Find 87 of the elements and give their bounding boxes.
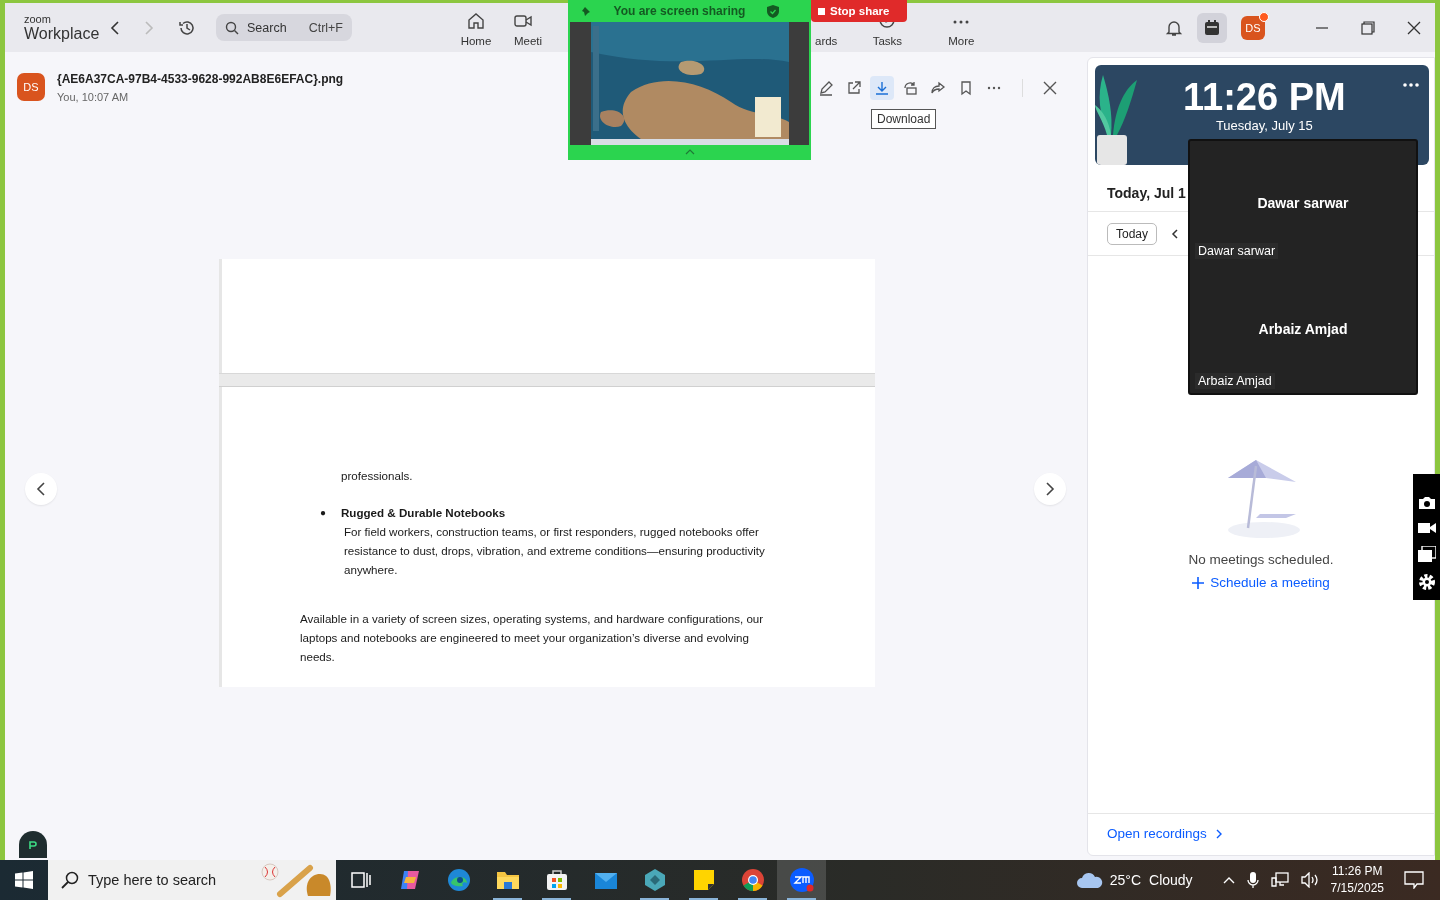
share-arrow-icon xyxy=(930,80,946,96)
home-icon xyxy=(467,12,485,30)
nav-tab[interactable]: ards xyxy=(815,35,838,47)
search-icon xyxy=(60,870,80,890)
video-icon[interactable] xyxy=(1417,520,1436,535)
shopping-bag-icon xyxy=(544,868,569,892)
windows-icon[interactable] xyxy=(1417,545,1436,562)
sticky-note-icon xyxy=(692,869,715,891)
app-logo: zoom Workplace xyxy=(24,13,101,42)
taskbar-time: 11:26 PM xyxy=(1332,863,1383,880)
browser-wave-icon xyxy=(446,868,471,892)
browser-circle-icon xyxy=(740,868,765,892)
document-paragraph: Available in a variety of screen sizes, operating systems, and hardware configurations, our laptops and notebooks are engineered to meet your organization’s diverse and evolving needs. xyxy=(300,611,765,665)
message-meta: You, 10:07 AM xyxy=(57,90,130,103)
notification-bell-icon[interactable] xyxy=(1165,18,1183,37)
back-icon[interactable] xyxy=(110,20,120,35)
previous-day-icon[interactable] xyxy=(1171,228,1180,240)
plus-icon[interactable] xyxy=(1192,576,1205,589)
taskbar-search-field[interactable]: Type here to search xyxy=(48,860,336,900)
temperature-text: 25°C xyxy=(1109,872,1141,888)
microphone-icon[interactable] xyxy=(1246,871,1259,889)
restore-icon[interactable] xyxy=(1361,20,1375,35)
zoom-taskbar-button[interactable] xyxy=(777,860,826,900)
download-icon xyxy=(874,80,890,96)
windows-logo-icon xyxy=(15,871,33,889)
previous-button[interactable] xyxy=(25,473,57,505)
calendar-button[interactable] xyxy=(1197,12,1227,43)
nav-tab[interactable]: More xyxy=(931,20,992,47)
pin-icon[interactable] xyxy=(580,5,592,17)
download-tooltip: Download xyxy=(871,109,937,129)
chevron-right-icon[interactable] xyxy=(1214,828,1223,839)
meeting-app-icon xyxy=(788,867,815,893)
history-icon[interactable] xyxy=(178,18,196,37)
stop-icon xyxy=(818,7,825,15)
notification-icon[interactable] xyxy=(1404,871,1424,889)
weather-text: Cloudy xyxy=(1149,872,1193,888)
chevron-left-icon xyxy=(36,481,46,497)
chevron-right-icon xyxy=(1045,481,1055,497)
download-button[interactable] xyxy=(870,76,894,100)
sharing-status: You are screen sharing xyxy=(612,4,747,18)
sender-avatar: DS xyxy=(17,73,45,101)
participant-name: Dawar sarwar xyxy=(1257,195,1349,211)
pencil-icon xyxy=(818,80,834,96)
settings-icon[interactable] xyxy=(1417,572,1436,591)
calendar-icon xyxy=(1203,18,1221,37)
stop-share-button[interactable]: Stop share xyxy=(811,0,907,22)
document-text: For field workers, construction teams, or first responders, rugged notebooks offer resistance to dust, drops, vibration, and extreme conditions—ensuring productivity anywhere. xyxy=(343,524,766,578)
document-text: professionals. xyxy=(341,468,414,484)
close-icon[interactable] xyxy=(1407,20,1421,35)
participant-label: Dawar sarwar xyxy=(1195,243,1279,259)
more-icon xyxy=(952,20,971,24)
more-icon xyxy=(987,86,1001,90)
participant-name: Arbaiz Amjad xyxy=(1258,321,1348,337)
next-button[interactable] xyxy=(1034,473,1066,505)
baseball-drawing xyxy=(260,862,332,898)
today-button[interactable]: Today xyxy=(1107,223,1158,245)
envelope-icon xyxy=(593,870,618,890)
clock-time: 11:26 PM xyxy=(1183,77,1346,117)
camera-icon[interactable] xyxy=(1417,495,1436,510)
shield-icon xyxy=(767,4,779,18)
document-heading: Rugged & Durable Notebooks xyxy=(341,505,507,521)
task-view-icon xyxy=(349,869,372,891)
close-icon[interactable] xyxy=(1043,81,1057,95)
folder-icon xyxy=(495,869,520,891)
nav-tab[interactable]: Meeti xyxy=(514,12,550,47)
external-link-icon xyxy=(846,80,862,96)
clock-date: Tuesday, July 15 xyxy=(1215,118,1313,133)
empty-message: No meetings scheduled. xyxy=(1188,552,1334,567)
bullet: ● xyxy=(320,506,328,520)
file-name: {AE6A37CA-97B4-4533-9628-992AB8E6EFAC}.png xyxy=(57,71,344,86)
bookmark-icon xyxy=(958,80,974,96)
more-icon[interactable] xyxy=(1403,83,1419,87)
schedule-meeting-link[interactable]: Schedule a meeting xyxy=(1210,575,1330,590)
letter-icon xyxy=(28,839,38,850)
video-camera-icon xyxy=(514,12,532,30)
rotate-image-icon xyxy=(902,80,918,96)
taskbar-date: 7/15/2025 xyxy=(1330,880,1384,897)
floating-app-button[interactable] xyxy=(19,831,47,858)
volume-icon[interactable] xyxy=(1300,872,1319,888)
cloud-icon xyxy=(1076,872,1103,888)
open-recordings-link[interactable]: Open recordings xyxy=(1107,826,1207,841)
nav-tab[interactable]: Home xyxy=(446,12,506,47)
participant-label: Arbaiz Amjad xyxy=(1195,373,1275,389)
search-icon xyxy=(225,20,239,35)
search-field[interactable]: Search Ctrl+F xyxy=(216,14,352,41)
hexagon-icon xyxy=(642,868,667,892)
network-icon[interactable] xyxy=(1270,872,1289,888)
